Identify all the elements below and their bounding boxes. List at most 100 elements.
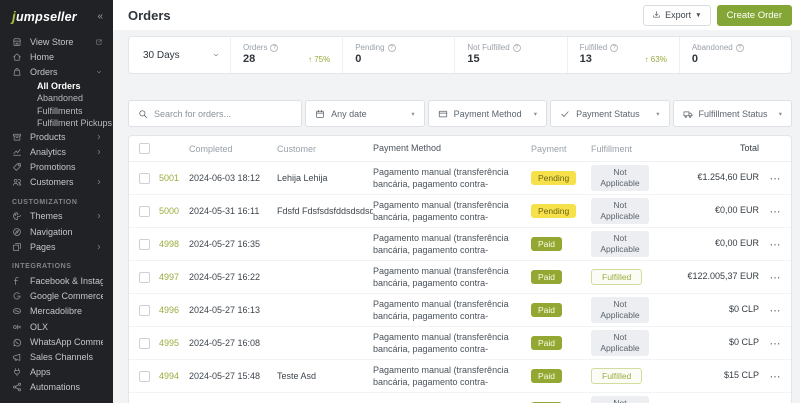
stat-line: 0 <box>355 53 442 65</box>
row-actions-menu[interactable]: ⋯ <box>759 337 791 350</box>
storefront-icon-wrap <box>12 37 23 47</box>
sidebar-item-home[interactable]: Home <box>0 49 113 64</box>
create-order-button[interactable]: Create Order <box>716 4 792 26</box>
fulfillment-status-badge: Not Applicable <box>591 197 649 225</box>
row-actions-menu[interactable]: ⋯ <box>759 238 791 251</box>
row-checkbox[interactable] <box>138 370 150 382</box>
sidebar-section-integrations: INTEGRATIONS <box>12 263 72 271</box>
stat-not-fulfilled: Not Fulfilled? 15 <box>455 37 568 73</box>
payment-status-badge: Pending <box>531 204 577 218</box>
sidebar-item-whatsapp-commerce[interactable]: WhatsApp Commerce <box>0 334 113 349</box>
row-checkbox[interactable] <box>138 238 150 250</box>
order-completed-date: 2024-05-27 16:35 <box>189 239 261 249</box>
palette-icon <box>13 212 21 221</box>
row-checkbox[interactable] <box>138 337 150 349</box>
sidebar-item-sales-channels[interactable]: Sales Channels <box>0 349 113 364</box>
row-checkbox[interactable] <box>138 172 150 184</box>
olx-icon-wrap <box>12 322 23 332</box>
main-area: Orders Export ▼ Create Order 30 Days Ord… <box>113 0 800 403</box>
fulfillment-status-badge: Fulfilled <box>591 269 643 285</box>
row-actions-menu[interactable]: ⋯ <box>759 271 791 284</box>
order-fulfillment-cell: Not Applicable <box>591 329 673 357</box>
sidebar-item-themes[interactable]: Themes <box>0 209 113 224</box>
order-number-link[interactable]: 5001 <box>159 173 189 183</box>
chevron-right-icon-wrap <box>95 243 103 251</box>
chevron-down-icon <box>213 53 219 57</box>
filter-fulfillment-status[interactable]: Fulfillment Status ▾ <box>672 100 792 127</box>
order-payment-method: Pagamento manual (transferência bancária… <box>373 199 509 222</box>
order-customer: Lehija Lehija <box>277 173 328 183</box>
sidebar-item-olx[interactable]: OLX <box>0 319 113 334</box>
sidebar-item-orders[interactable]: Orders <box>0 64 113 79</box>
order-number-link[interactable]: 4996 <box>159 305 189 315</box>
compass-icon <box>13 227 21 236</box>
row-checkbox[interactable] <box>138 205 150 217</box>
sidebar-item-mercadolibre[interactable]: Mercadolibre <box>0 304 113 319</box>
order-number-link[interactable]: 5000 <box>159 206 189 216</box>
sidebar-item-promotions[interactable]: Promotions <box>0 160 113 175</box>
jumpseller-logo[interactable]: jumpseller <box>12 9 77 24</box>
row-checkbox[interactable] <box>138 304 150 316</box>
row-actions-menu[interactable]: ⋯ <box>759 172 791 185</box>
filters-row: Any date▾Payment Method▾Payment Status▾F… <box>128 100 792 127</box>
order-payment-method: Pagamento manual (transferência bancária… <box>373 298 509 321</box>
sidebar-item-label: Promotions <box>30 162 76 173</box>
chevron-right-icon-wrap <box>95 148 103 156</box>
export-button[interactable]: Export ▼ <box>643 4 711 26</box>
sidebar-subitem-fulfillments[interactable]: Fulfillments <box>0 104 113 116</box>
content-area: 30 Days Orders? 28 ↑ 75% Pending? 0 Not Fulfi… <box>113 30 800 403</box>
order-completed-date: 2024-06-03 18:12 <box>189 173 261 183</box>
external-link-icon <box>96 39 102 45</box>
sidebar-item-label: Apps <box>30 367 51 378</box>
sidebar-subitem-abandoned[interactable]: Abandoned <box>0 92 113 104</box>
sidebar-item-automations[interactable]: Automations <box>0 380 113 395</box>
order-payment-method: Pagamento manual (transferência bancária… <box>373 265 509 288</box>
order-customer: Fdsfd Fdsfsdsfddsdsdsdsdsds <box>277 206 373 216</box>
order-completed-date: 2024-05-27 15:48 <box>189 371 261 381</box>
order-fulfillment-cell: Not Applicable <box>591 230 673 258</box>
header-checkbox-cell <box>129 143 159 154</box>
order-number-link[interactable]: 4998 <box>159 239 189 249</box>
orders-search[interactable] <box>128 100 303 127</box>
filter-payment-method[interactable]: Payment Method ▾ <box>427 100 548 127</box>
sidebar-item-facebook-instagram[interactable]: Facebook & Instagram <box>0 273 113 288</box>
sidebar-item-navigation[interactable]: Navigation <box>0 224 113 239</box>
sidebar-item-products[interactable]: Products <box>0 129 113 144</box>
order-total: €0,00 EUR <box>714 205 759 216</box>
chart-icon <box>13 149 21 156</box>
sidebar-subitem-fulfillment-pickups[interactable]: Fulfillment Pickups <box>0 117 113 129</box>
sidebar-header: jumpseller « <box>0 0 113 31</box>
filter-payment-status[interactable]: Payment Status ▾ <box>550 100 670 127</box>
sidebar-subitem-all-orders[interactable]: All Orders <box>0 80 113 92</box>
sidebar-item-analytics[interactable]: Analytics <box>0 144 113 159</box>
logo-leaf-icon: j <box>12 9 16 24</box>
sidebar-collapse-icon[interactable]: « <box>97 11 103 22</box>
search-input[interactable] <box>154 108 293 119</box>
mercadolibre-icon-wrap <box>12 306 23 316</box>
sidebar-item-pages[interactable]: Pages <box>0 239 113 254</box>
column-header-payment: Payment <box>531 143 567 154</box>
sidebar-item-label: Mercadolibre <box>30 306 83 317</box>
sidebar-item-customers[interactable]: Customers <box>0 175 113 190</box>
select-all-checkbox[interactable] <box>138 143 150 154</box>
row-actions-menu[interactable]: ⋯ <box>759 205 791 218</box>
filter-any-date[interactable]: Any date ▾ <box>305 100 425 127</box>
order-number-link[interactable]: 4994 <box>159 371 189 381</box>
sidebar-item-label: OLX <box>30 321 49 332</box>
row-actions-menu[interactable]: ⋯ <box>759 370 791 383</box>
palette-icon-wrap <box>12 211 23 221</box>
row-checkbox[interactable] <box>138 271 150 283</box>
sidebar-item-label: View Store <box>30 36 74 47</box>
stat-label: Fulfilled? <box>580 43 667 52</box>
sidebar-item-view-store[interactable]: View Store <box>0 34 113 49</box>
stat-line: 0 <box>692 53 779 65</box>
order-number-link[interactable]: 4997 <box>159 272 189 282</box>
sidebar-item-apps[interactable]: Apps <box>0 365 113 380</box>
order-number-link[interactable]: 4995 <box>159 338 189 348</box>
order-fulfillment-cell: Fulfilled <box>591 368 673 384</box>
home-icon <box>13 53 21 61</box>
period-selector[interactable]: 30 Days <box>129 37 231 73</box>
sidebar-item-google-commerce[interactable]: Google Commerce <box>0 289 113 304</box>
plug-icon-wrap <box>12 367 23 377</box>
row-actions-menu[interactable]: ⋯ <box>759 304 791 317</box>
